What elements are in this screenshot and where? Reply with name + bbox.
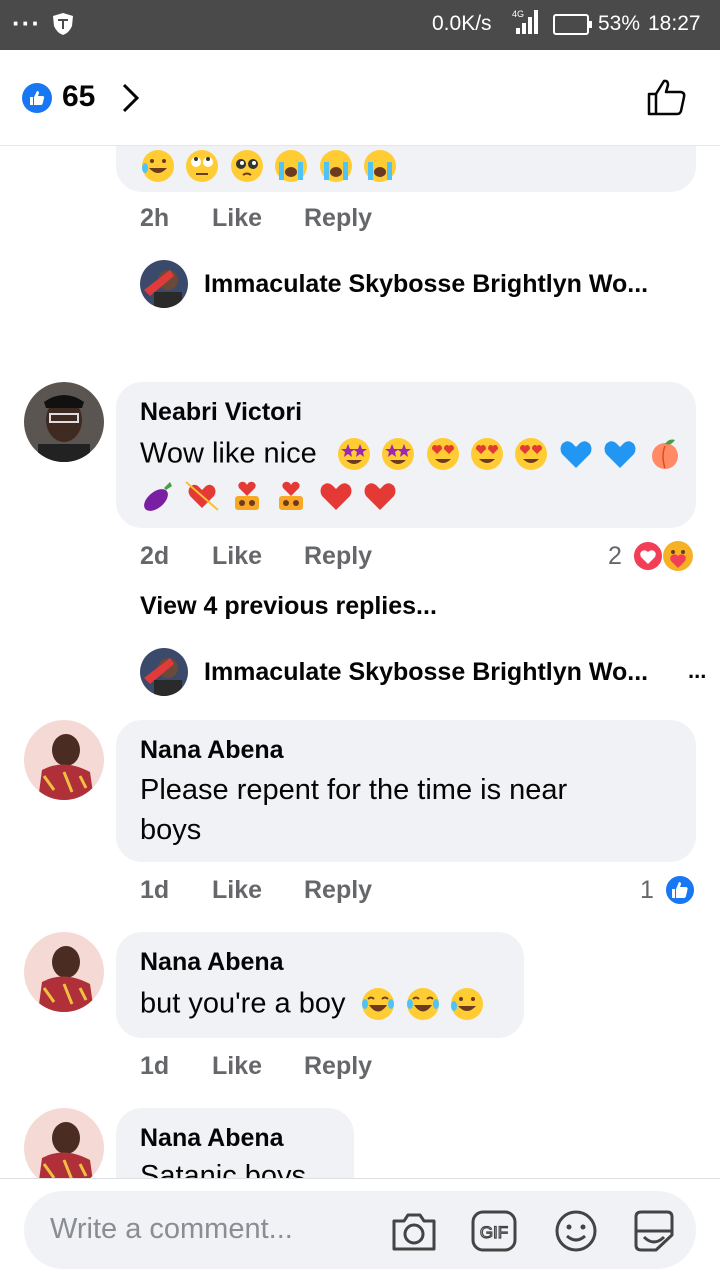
- tears-of-joy-emoji-icon: [362, 988, 395, 1020]
- crying-emoji-icon: [364, 150, 397, 182]
- reply-link[interactable]: Reply: [304, 542, 372, 571]
- rofl-emoji-icon: [451, 988, 484, 1020]
- emoji-row: [140, 478, 402, 514]
- red-heart-emoji-icon: [364, 483, 396, 510]
- rofl-emoji-icon: [142, 150, 174, 182]
- comment-author[interactable]: Neabri Victori: [140, 398, 302, 427]
- shield-icon: [53, 13, 73, 35]
- gift-heart-emoji-icon: [234, 481, 259, 510]
- eye-roll-emoji-icon: [186, 150, 219, 182]
- gif-icon[interactable]: GIF: [470, 1209, 518, 1253]
- like-icon: [22, 83, 52, 113]
- comment-text-row: but you're a boy: [140, 986, 489, 1022]
- blue-heart-emoji-icon: [604, 441, 636, 468]
- signal-icon: 4G: [512, 9, 538, 34]
- avatar[interactable]: [24, 932, 104, 1012]
- comment-text: Wow like nice: [140, 437, 317, 470]
- comment-author[interactable]: Nana Abena: [140, 948, 284, 977]
- comment-time: 2h: [140, 204, 170, 232]
- avatar[interactable]: [24, 720, 104, 800]
- like-reaction-icon[interactable]: [664, 874, 696, 906]
- comment-author[interactable]: Nana Abena: [140, 1124, 284, 1153]
- heart-arrow-emoji-icon: [185, 481, 220, 511]
- reaction-count[interactable]: 2: [608, 542, 622, 571]
- reply-link[interactable]: Reply: [304, 204, 372, 233]
- comment-text: boys: [140, 814, 202, 846]
- gift-heart-emoji-icon: [279, 481, 304, 510]
- avatar[interactable]: [24, 382, 104, 462]
- star-struck-emoji-icon: [382, 438, 415, 470]
- reply-link[interactable]: Reply: [304, 1052, 372, 1081]
- comment-input[interactable]: Write a comment... GIF: [24, 1191, 696, 1269]
- heart-eyes-emoji-icon: [471, 438, 504, 470]
- comment-input-placeholder: Write a comment...: [50, 1213, 293, 1245]
- comment-author[interactable]: Nana Abena: [140, 736, 284, 765]
- camera-icon[interactable]: [390, 1209, 438, 1253]
- emoji-row: [140, 148, 402, 184]
- avatar[interactable]: [140, 648, 188, 696]
- eggplant-emoji-icon: [144, 482, 172, 511]
- comment-text: Please repent for the time is near: [140, 774, 568, 806]
- care-reaction-icon[interactable]: [662, 540, 694, 572]
- heart-eyes-emoji-icon: [515, 438, 548, 470]
- comment-time: 1d: [140, 1052, 170, 1080]
- network-speed: 0.0K/s: [432, 12, 492, 35]
- star-struck-emoji-icon: [337, 438, 370, 470]
- comment-bubble-partial[interactable]: [116, 146, 696, 192]
- svg-text:GIF: GIF: [480, 1223, 508, 1242]
- reply-preview-name[interactable]: Immaculate Skybosse Brightlyn Wo...: [204, 270, 648, 299]
- like-link[interactable]: Like: [212, 204, 262, 233]
- like-link[interactable]: Like: [212, 542, 262, 571]
- heart-eyes-emoji-icon: [426, 438, 459, 470]
- comment-time: 2d: [140, 542, 170, 570]
- like-link[interactable]: Like: [212, 1052, 262, 1081]
- sticker-icon[interactable]: [630, 1209, 678, 1253]
- battery-percent: 53%: [598, 12, 641, 35]
- battery-icon: [553, 14, 592, 35]
- comment-text: Satanic boys: [140, 1160, 307, 1178]
- comment-text-row: Wow like nice: [140, 436, 687, 472]
- reply-preview-name[interactable]: Immaculate Skybosse Brightlyn Wo...: [204, 658, 648, 687]
- view-previous-replies[interactable]: View 4 previous replies...: [140, 592, 437, 621]
- like-link[interactable]: Like: [212, 876, 262, 905]
- comment-list: 2h Like Reply Immaculate Skybosse Bright…: [0, 146, 720, 1178]
- thumbs-up-outline-icon[interactable]: [646, 76, 688, 118]
- comment-time: 1d: [140, 876, 170, 904]
- clock: 18:27: [648, 12, 701, 35]
- crying-emoji-icon: [319, 150, 352, 182]
- love-reaction-icon[interactable]: [632, 540, 664, 572]
- more-notifications-icon: ···: [12, 8, 41, 38]
- reaction-count[interactable]: 65: [62, 80, 95, 114]
- more-icon[interactable]: ...: [688, 658, 706, 684]
- comment-text: but you're a boy: [140, 987, 346, 1020]
- avatar[interactable]: [140, 260, 188, 308]
- pleading-emoji-icon: [230, 150, 263, 182]
- blue-heart-emoji-icon: [560, 441, 592, 468]
- comments-sheet: 65 2h Like Reply Immaculate Skybosse Bri…: [0, 50, 720, 1280]
- status-bar: ··· 0.0K/s 4G 53% 18:27: [0, 0, 720, 50]
- chevron-right-icon[interactable]: [120, 82, 142, 114]
- svg-text:4G: 4G: [512, 9, 524, 19]
- avatar[interactable]: [24, 1108, 104, 1178]
- smiley-icon[interactable]: [552, 1209, 600, 1253]
- reaction-count[interactable]: 1: [640, 876, 654, 905]
- comments-header: 65: [0, 50, 720, 146]
- tears-of-joy-emoji-icon: [406, 988, 439, 1020]
- peach-emoji-icon: [651, 439, 678, 469]
- red-heart-emoji-icon: [320, 483, 352, 510]
- reply-link[interactable]: Reply: [304, 876, 372, 905]
- comment-composer: Write a comment... GIF: [0, 1178, 720, 1280]
- crying-emoji-icon: [275, 150, 308, 182]
